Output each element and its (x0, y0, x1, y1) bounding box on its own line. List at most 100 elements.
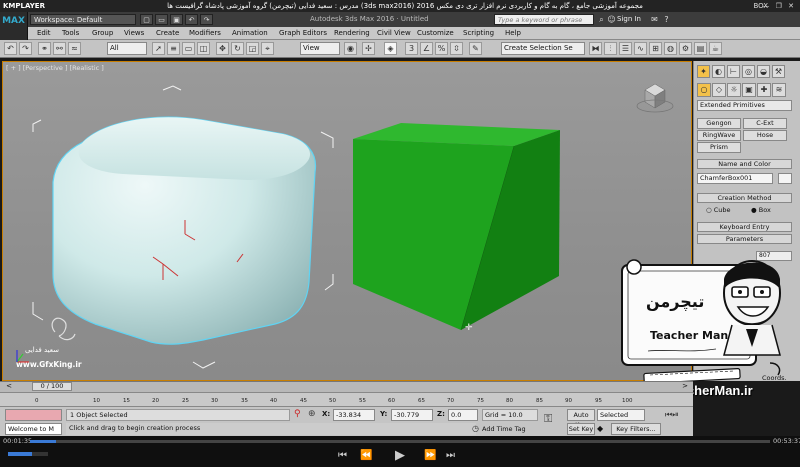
slider-left-icon[interactable]: < (4, 382, 14, 391)
video-progress-track[interactable] (30, 440, 770, 443)
spinner-snap-icon[interactable]: ⇳ (450, 42, 463, 55)
menu-create[interactable]: Create (156, 28, 179, 39)
rect-selection-icon[interactable]: ▭ (182, 42, 195, 55)
track-bar[interactable] (0, 392, 693, 406)
save-icon[interactable]: ▣ (170, 14, 183, 25)
menu-help[interactable]: Help (505, 28, 521, 39)
maxscript-listener[interactable] (5, 409, 62, 421)
link-icon[interactable]: ⚭ (38, 42, 51, 55)
c-ext-button[interactable]: C-Ext (743, 118, 787, 129)
menu-civil-view[interactable]: Civil View (377, 28, 411, 39)
named-selection-sets-dropdown[interactable]: Create Selection Se (501, 42, 585, 55)
creation-method-rollout[interactable]: Creation Method (697, 193, 792, 203)
snaps-toggle-icon[interactable]: 3 (405, 42, 418, 55)
edit-named-selection-icon[interactable]: ✎ (469, 42, 482, 55)
time-slider[interactable] (0, 381, 693, 392)
render-setup-icon[interactable]: ⚙ (679, 42, 692, 55)
scale-icon[interactable]: ◲ (246, 42, 259, 55)
lock-selection-icon[interactable]: ⚲ (294, 409, 301, 419)
x-coordinate-field[interactable]: -33.834 (333, 409, 375, 421)
parameters-rollout[interactable]: Parameters (697, 234, 792, 244)
selection-filter-dropdown[interactable]: All (107, 42, 147, 55)
display-tab-icon[interactable]: ◒ (757, 65, 770, 78)
y-coordinate-field[interactable]: -30.779 (391, 409, 433, 421)
time-tag-icon[interactable]: ◷ (472, 424, 479, 433)
object-name-field[interactable]: ChamferBox001 (697, 173, 773, 184)
cube-radio[interactable]: ○ Cube (706, 206, 731, 215)
ringwave-button[interactable]: RingWave (697, 130, 741, 141)
window-crossing-icon[interactable]: ◫ (197, 42, 210, 55)
user-icon[interactable]: ☺ (607, 15, 616, 24)
menu-graph-editors[interactable]: Graph Editors (279, 28, 327, 39)
percent-snap-icon[interactable]: % (435, 42, 448, 55)
hose-button[interactable]: Hose (743, 130, 787, 141)
keyboard-entry-rollout[interactable]: Keyboard Entry (697, 222, 792, 232)
rotate-icon[interactable]: ↻ (231, 42, 244, 55)
angle-snap-icon[interactable]: ∠ (420, 42, 433, 55)
key-icon[interactable]: ⚿ (544, 412, 552, 426)
utilities-tab-icon[interactable]: ⚒ (772, 65, 785, 78)
lights-icon[interactable]: ☼ (727, 83, 741, 97)
select-by-name-icon[interactable]: ≡ (167, 42, 180, 55)
geometry-icon[interactable]: ○ (697, 83, 711, 97)
primitive-category-dropdown[interactable]: Extended Primitives (697, 100, 792, 111)
layer-explorer-icon[interactable]: ☰ (619, 42, 632, 55)
auto-key-button[interactable]: Auto Key (567, 409, 595, 429)
application-button[interactable]: MAX (0, 12, 28, 40)
modify-tab-icon[interactable]: ◐ (712, 65, 725, 78)
schematic-view-icon[interactable]: ⊞ (649, 42, 662, 55)
motion-tab-icon[interactable]: ◎ (742, 65, 755, 78)
slider-right-icon[interactable]: > (680, 382, 690, 391)
menu-modifiers[interactable]: Modifiers (189, 28, 221, 39)
shapes-icon[interactable]: ◇ (712, 83, 726, 97)
undo-icon[interactable]: ↶ (185, 14, 198, 25)
select-manipulate-icon[interactable]: ✢ (362, 42, 375, 55)
render-icon[interactable]: ☕ (709, 42, 722, 55)
hierarchy-tab-icon[interactable]: ⊢ (727, 65, 740, 78)
name-color-rollout[interactable]: Name and Color (697, 159, 792, 169)
set-key-button[interactable]: Set Key (567, 423, 595, 435)
unlink-icon[interactable]: ⚯ (53, 42, 66, 55)
rendered-frame-icon[interactable]: ▤ (694, 42, 707, 55)
menu-animation[interactable]: Animation (232, 28, 268, 39)
key-mode-icon[interactable]: ◆ (597, 424, 603, 433)
menu-views[interactable]: Views (124, 28, 144, 39)
help-icon[interactable]: ? (662, 15, 671, 24)
undo-icon[interactable]: ↶ (4, 42, 17, 55)
maxscript-output[interactable]: Welcome to M (5, 423, 62, 435)
window-controls[interactable]: — ❐ ✕ (762, 0, 796, 12)
add-time-tag-button[interactable]: Add Time Tag (482, 423, 526, 435)
helpers-icon[interactable]: ✚ (757, 83, 771, 97)
box-radio[interactable]: ● Box (751, 206, 771, 215)
viewport-label[interactable]: [ + ] [Perspective ] [Realistic ] (6, 64, 104, 72)
menu-group[interactable]: Group (92, 28, 113, 39)
search-input[interactable]: Type a keyword or phrase (494, 14, 594, 25)
perspective-viewport[interactable]: ✛ (2, 61, 692, 381)
sign-in-button[interactable]: Sign In (617, 14, 641, 25)
key-filters-button[interactable]: Key Filters... (611, 423, 661, 435)
menu-customize[interactable]: Customize (417, 28, 454, 39)
curve-editor-icon[interactable]: ∿ (634, 42, 647, 55)
previous-icon[interactable]: ⏮ (338, 450, 347, 462)
space-warps-icon[interactable]: ≋ (772, 83, 786, 97)
play-icon[interactable]: ▶ (395, 449, 405, 462)
menu-scripting[interactable]: Scripting (463, 28, 494, 39)
reference-coordinate-dropdown[interactable]: View (300, 42, 340, 55)
frame-counter[interactable]: 0 / 100 (32, 382, 72, 391)
bind-space-warp-icon[interactable]: ≈ (68, 42, 81, 55)
mirror-icon[interactable]: ⧓ (589, 42, 602, 55)
menu-rendering[interactable]: Rendering (334, 28, 370, 39)
move-icon[interactable]: ✥ (216, 42, 229, 55)
prism-button[interactable]: Prism (697, 142, 741, 153)
z-coordinate-field[interactable]: 0.0 (448, 409, 478, 421)
search-icon[interactable]: ⌕ (597, 15, 606, 24)
key-selection-dropdown[interactable]: Selected (597, 409, 645, 421)
place-icon[interactable]: ⌖ (261, 42, 274, 55)
object-color-swatch[interactable] (778, 173, 792, 184)
cameras-icon[interactable]: ▣ (742, 83, 756, 97)
redo-icon[interactable]: ↷ (19, 42, 32, 55)
menu-tools[interactable]: Tools (62, 28, 79, 39)
material-editor-icon[interactable]: ◍ (664, 42, 677, 55)
select-object-icon[interactable]: ➚ (152, 42, 165, 55)
next-icon[interactable]: ⏭ (446, 450, 455, 462)
